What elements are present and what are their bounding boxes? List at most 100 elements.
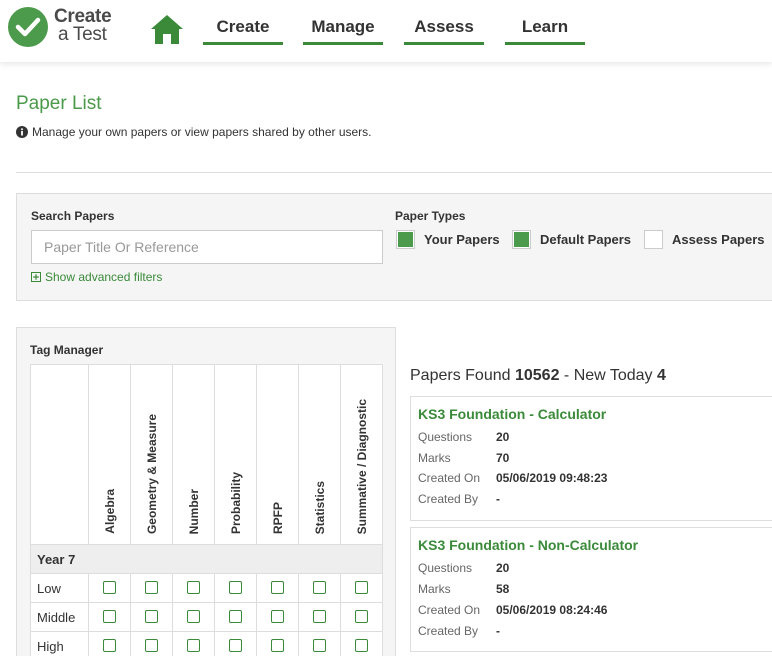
search-input[interactable]	[31, 230, 383, 264]
checkbox-default-papers[interactable]	[512, 230, 531, 249]
paper-card: KS3 Foundation - Non-Calculator Question…	[410, 527, 772, 652]
tag-checkbox[interactable]	[229, 639, 242, 653]
tag-checkbox[interactable]	[145, 610, 158, 624]
paper-type-label: Assess Papers	[672, 232, 765, 247]
tag-checkbox[interactable]	[355, 639, 368, 653]
paper-title-link[interactable]: KS3 Foundation - Non-Calculator	[418, 537, 638, 553]
tag-checkbox[interactable]	[355, 610, 368, 624]
tag-checkbox[interactable]	[187, 581, 200, 595]
tag-checkbox[interactable]	[229, 610, 242, 624]
tag-column-label: Number	[186, 488, 201, 534]
tag-column-header: Probability	[214, 364, 257, 545]
tag-checkbox[interactable]	[103, 581, 116, 595]
paper-type-label: Your Papers	[424, 232, 500, 247]
tag-table: Algebra Geometry & Measure Number Probab…	[30, 364, 383, 656]
home-icon[interactable]	[150, 13, 184, 45]
table-row: High	[30, 631, 383, 656]
new-today-count: 4	[657, 367, 666, 384]
tag-checkbox[interactable]	[145, 639, 158, 653]
tag-column-label: Summative / Diagnostic	[354, 398, 369, 534]
tag-column-header: Algebra	[88, 364, 131, 545]
tag-checkbox[interactable]	[145, 581, 158, 595]
table-row: Low	[30, 573, 383, 603]
meta-label: Created By	[418, 624, 479, 638]
meta-label: Questions	[418, 561, 473, 575]
plus-square-icon	[31, 272, 41, 282]
tag-checkbox[interactable]	[313, 581, 326, 595]
page-title: Paper List	[16, 93, 102, 114]
search-panel: Search Papers Show advanced filters Pape…	[16, 193, 772, 301]
paper-created-on: 05/06/2019 08:24:46	[496, 603, 608, 617]
papers-found-count: 10562	[514, 367, 560, 384]
page-info-text: Manage your own papers or view papers sh…	[32, 125, 372, 139]
tag-column-header: Summative / Diagnostic	[340, 364, 383, 545]
tag-checkbox[interactable]	[271, 639, 284, 653]
tag-column-label: Geometry & Measure	[144, 413, 159, 534]
tag-checkbox[interactable]	[271, 581, 284, 595]
meta-label: Created By	[418, 492, 479, 506]
checkbox-your-papers[interactable]	[396, 230, 415, 249]
tag-checkbox[interactable]	[187, 639, 200, 653]
new-today-label: - New Today	[563, 367, 653, 384]
nav-assess[interactable]: Assess	[404, 17, 484, 45]
tag-manager-panel: Tag Manager Algebra Geometry & Measure N…	[16, 327, 396, 656]
tag-column-label: RPFP	[270, 501, 285, 534]
nav-create[interactable]: Create	[203, 17, 283, 45]
tag-column-header: Geometry & Measure	[130, 364, 173, 545]
tag-column-label: Statistics	[312, 480, 327, 534]
tag-column-header: Number	[172, 364, 215, 545]
meta-label: Marks	[418, 451, 451, 465]
meta-label: Marks	[418, 582, 451, 596]
meta-label: Questions	[418, 430, 473, 444]
info-icon	[16, 126, 28, 138]
tag-checkbox[interactable]	[355, 581, 368, 595]
tag-table-corner	[30, 364, 89, 545]
paper-types-label: Paper Types	[395, 209, 466, 223]
logo-check-icon[interactable]	[8, 7, 48, 47]
tag-row-label: Middle	[30, 602, 89, 632]
paper-type-assess-papers[interactable]: Assess Papers	[644, 230, 765, 249]
tag-group-year-7: Year 7	[30, 544, 383, 574]
logo-line-2: a Test	[58, 24, 107, 45]
paper-created-by: -	[496, 624, 500, 638]
table-row: Middle	[30, 602, 383, 632]
page-info: Manage your own papers or view papers sh…	[16, 125, 372, 139]
tag-row-label: High	[30, 631, 89, 656]
paper-type-your-papers[interactable]: Your Papers	[396, 230, 500, 249]
paper-marks: 58	[496, 582, 510, 596]
nav-manage[interactable]: Manage	[303, 17, 383, 45]
tag-checkbox[interactable]	[103, 610, 116, 624]
papers-found-label: Papers Found	[410, 367, 511, 384]
paper-type-default-papers[interactable]: Default Papers	[512, 230, 631, 249]
advanced-filters-label: Show advanced filters	[45, 270, 163, 284]
paper-created-by: -	[496, 492, 500, 506]
tag-checkbox[interactable]	[187, 610, 200, 624]
top-header: Create a Test Create Manage Assess Learn	[0, 0, 772, 62]
search-label: Search Papers	[31, 209, 115, 223]
meta-label: Created On	[418, 603, 481, 617]
checkbox-assess-papers[interactable]	[644, 230, 663, 249]
paper-questions: 20	[496, 561, 510, 575]
paper-marks: 70	[496, 451, 510, 465]
paper-questions: 20	[496, 430, 510, 444]
paper-title-link[interactable]: KS3 Foundation - Calculator	[418, 406, 606, 422]
divider	[16, 172, 772, 173]
paper-created-on: 05/06/2019 09:48:23	[496, 471, 608, 485]
tag-column-header: RPFP	[256, 364, 299, 545]
paper-card: KS3 Foundation - Calculator Questions 20…	[410, 396, 772, 521]
tag-column-label: Algebra	[102, 489, 117, 534]
meta-label: Created On	[418, 471, 481, 485]
tag-checkbox[interactable]	[103, 639, 116, 653]
papers-found-summary: Papers Found 10562 - New Today 4	[410, 367, 666, 385]
advanced-filters-link[interactable]: Show advanced filters	[31, 270, 162, 284]
tag-column-label: Probability	[228, 471, 243, 534]
paper-type-label: Default Papers	[540, 232, 632, 247]
nav-learn[interactable]: Learn	[505, 17, 585, 45]
tag-column-header: Statistics	[298, 364, 341, 545]
logo-text[interactable]: Create a Test	[54, 7, 112, 45]
tag-checkbox[interactable]	[229, 581, 242, 595]
tag-checkbox[interactable]	[313, 639, 326, 653]
tag-manager-title: Tag Manager	[30, 343, 104, 357]
tag-checkbox[interactable]	[313, 610, 326, 624]
tag-checkbox[interactable]	[271, 610, 284, 624]
